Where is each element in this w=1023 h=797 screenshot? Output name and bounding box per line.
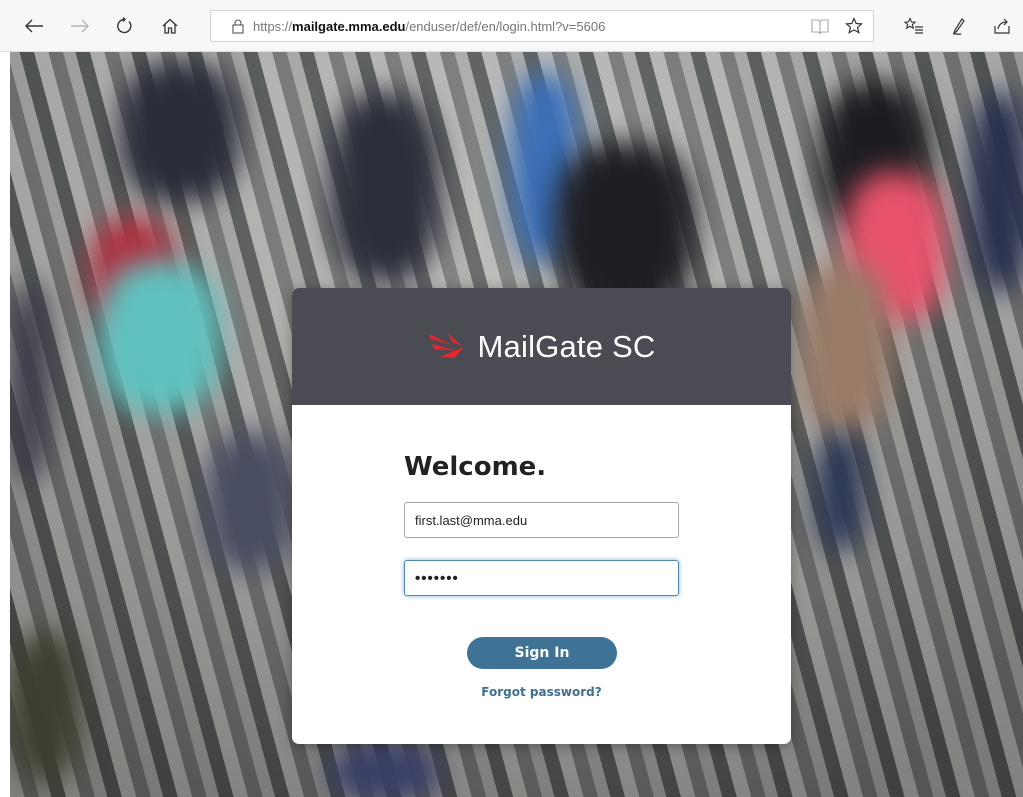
login-card: MailGate SC Welcome. first.last@mma.edu … [292,288,791,744]
email-field[interactable]: first.last@mma.edu [404,502,679,538]
blur-figure [970,92,1023,292]
blur-figure [100,262,220,412]
mailgate-logo-icon [428,331,466,361]
blur-figure [815,432,865,552]
reading-view-icon[interactable] [807,13,833,39]
share-icon[interactable] [988,12,1016,40]
browser-toolbar: https://mailgate.mma.edu/enduser/def/en/… [0,0,1023,52]
password-field[interactable]: ••••••• [404,560,679,596]
sign-in-label: Sign In [514,645,570,661]
email-value: first.last@mma.edu [415,512,528,528]
favorites-list-icon[interactable] [900,12,928,40]
welcome-heading: Welcome. [404,452,547,482]
refresh-icon[interactable] [110,12,138,40]
card-header: MailGate SC [292,288,791,405]
pen-icon[interactable] [946,12,974,40]
back-arrow-icon[interactable] [20,12,48,40]
url-text: https://mailgate.mma.edu/enduser/def/en/… [253,19,605,34]
url-path: /enduser/def/en/login.html?v=5606 [405,18,606,34]
blur-figure [205,432,295,572]
blur-figure [10,632,80,782]
home-icon[interactable] [156,12,184,40]
password-value: ••••••• [415,569,459,587]
blur-figure [555,142,695,312]
blur-figure [10,282,50,482]
sign-in-button[interactable]: Sign In [467,637,617,669]
star-icon[interactable] [841,13,867,39]
address-bar[interactable]: https://mailgate.mma.edu/enduser/def/en/… [210,10,874,42]
brand-name: MailGate SC [477,328,656,364]
url-prefix: https:// [253,18,293,34]
blur-figure [330,92,440,282]
forward-arrow-icon[interactable] [66,12,94,40]
lock-icon [225,19,251,34]
url-host: mailgate.mma.edu [292,18,406,34]
card-body: Welcome. first.last@mma.edu ••••••• Sign… [292,405,791,744]
blur-figure [800,262,890,432]
blur-figure [120,62,240,202]
blur-figure [330,742,440,797]
forgot-password-link[interactable]: Forgot password? [292,685,791,699]
